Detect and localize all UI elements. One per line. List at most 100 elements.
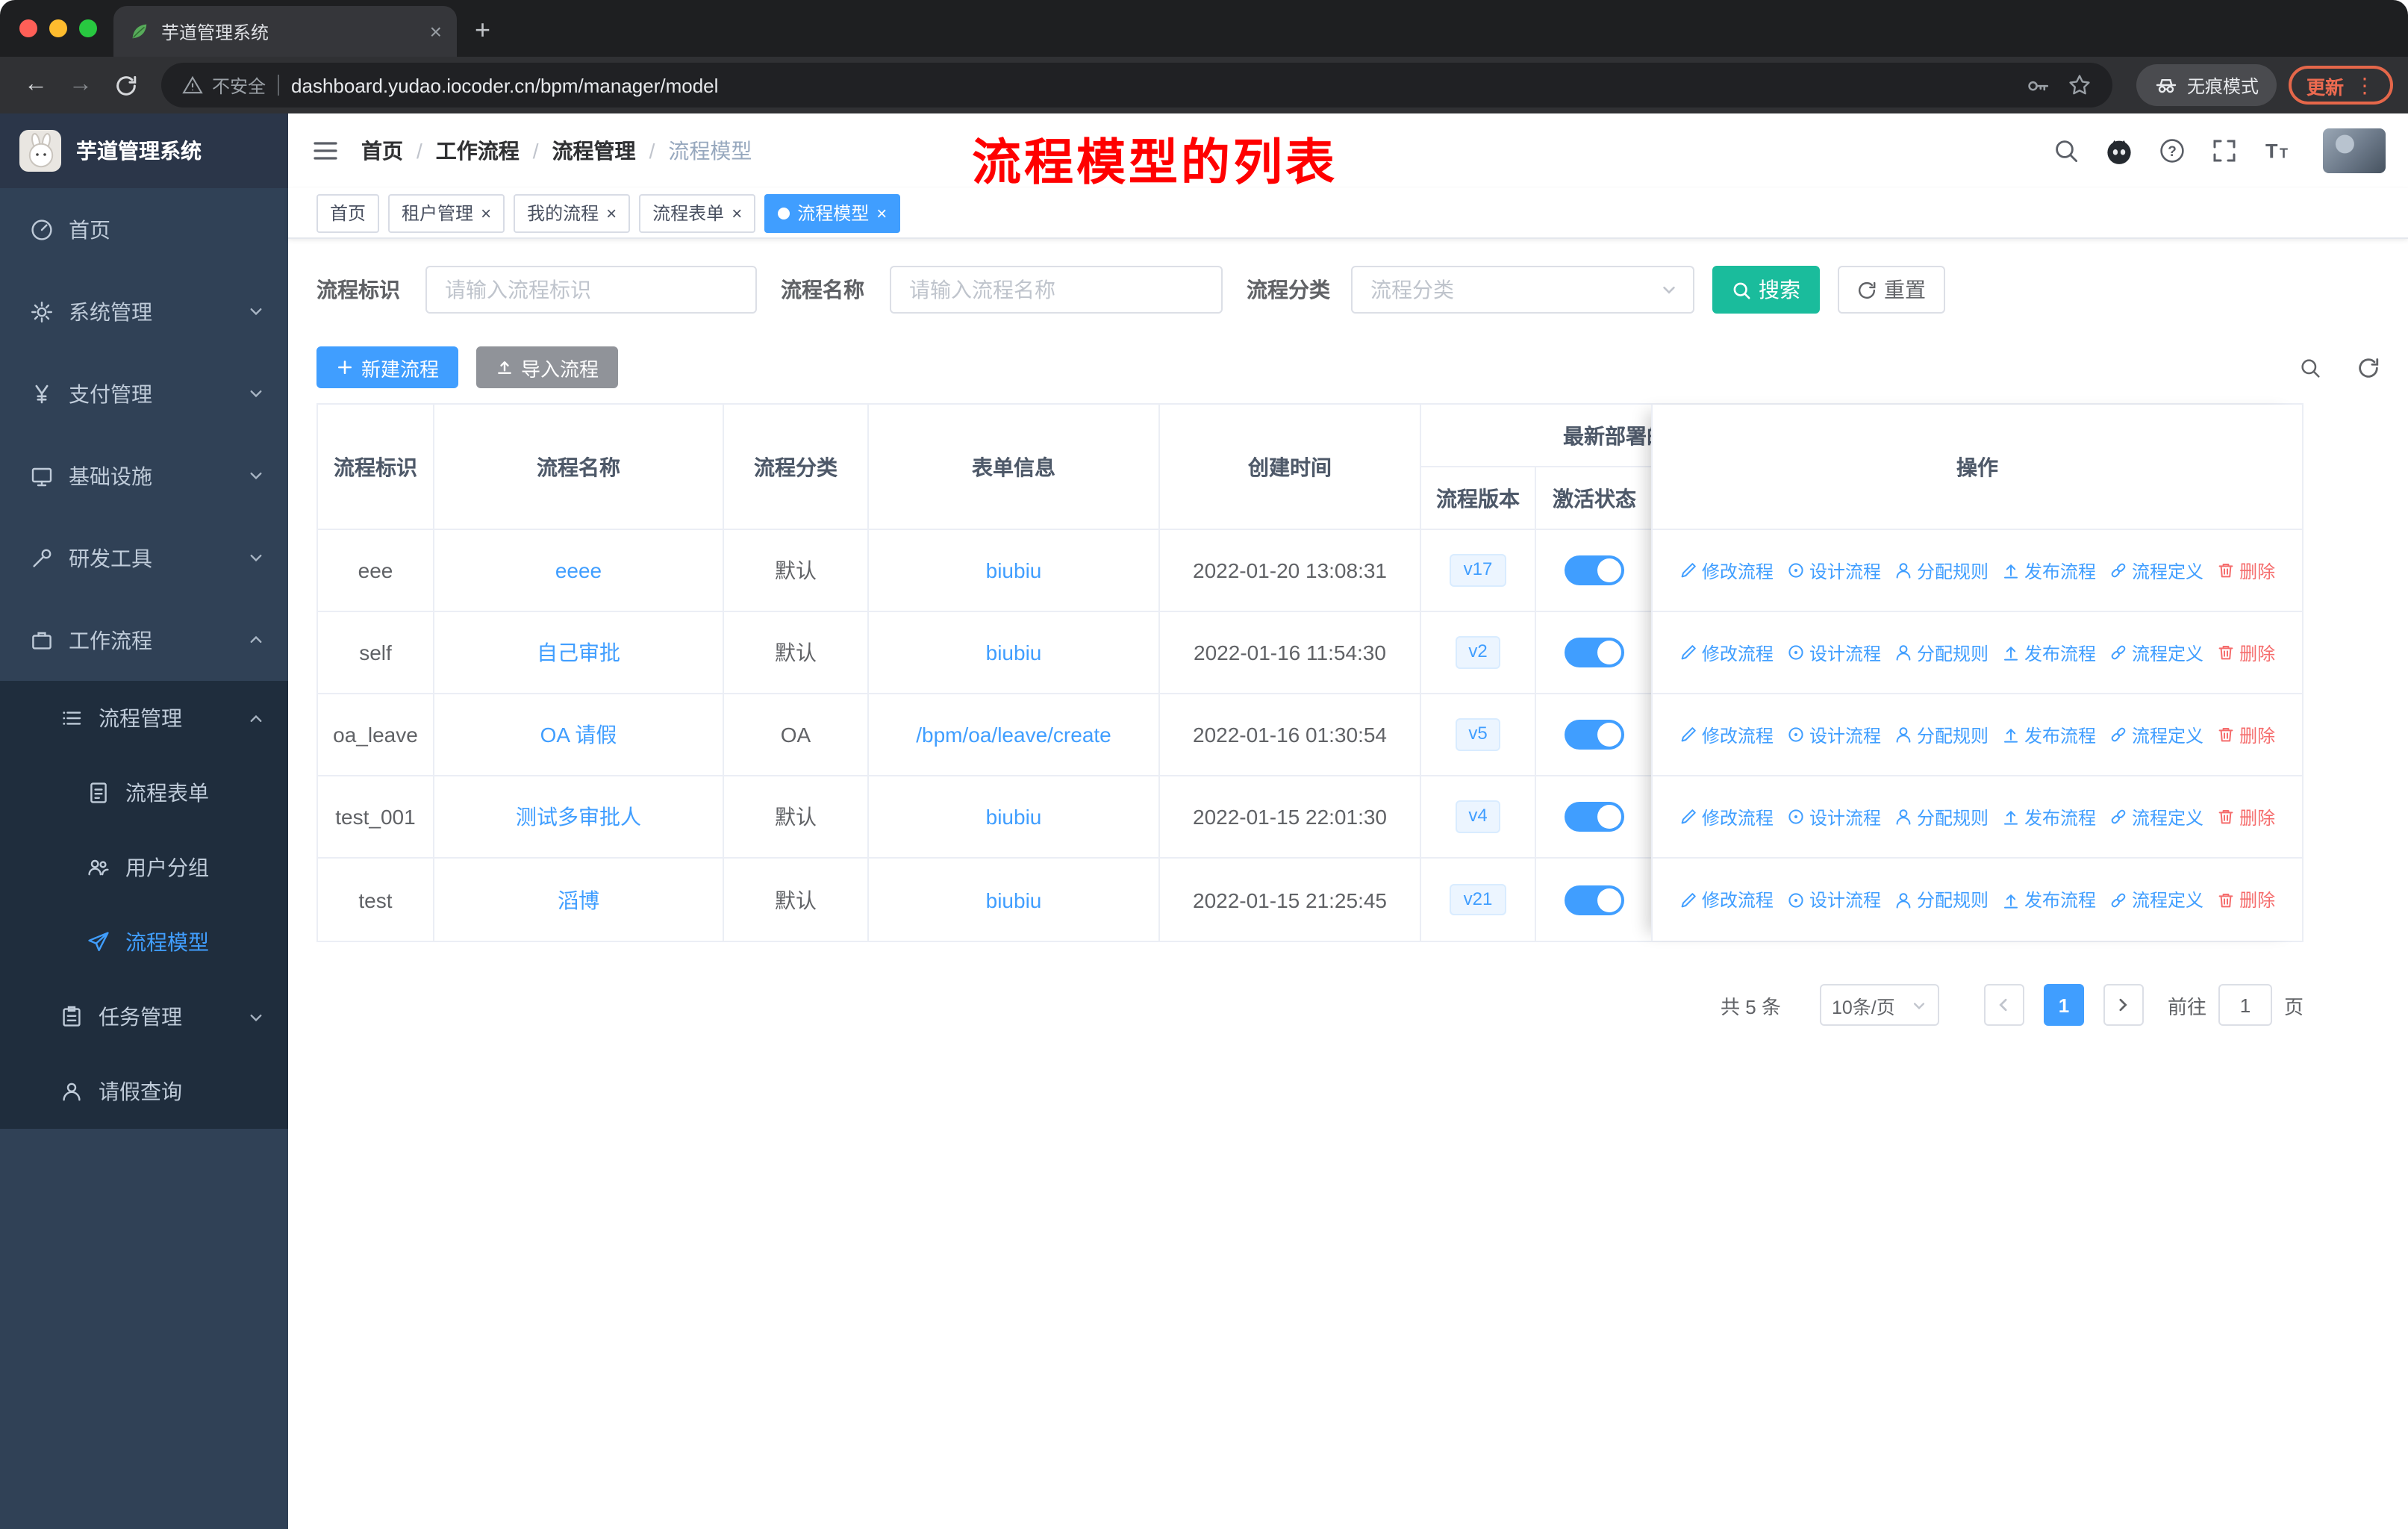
action-delete[interactable]: 删除	[2217, 804, 2275, 829]
active-status-toggle[interactable]	[1565, 720, 1624, 750]
action-delete[interactable]: 删除	[2217, 887, 2275, 912]
action-design[interactable]: 设计流程	[1787, 640, 1881, 665]
new-tab-button[interactable]: +	[475, 15, 490, 46]
active-status-toggle[interactable]	[1565, 885, 1624, 915]
sidebar-item-dev-tools[interactable]: 研发工具	[0, 517, 288, 599]
reload-icon[interactable]	[105, 64, 146, 106]
next-page-button[interactable]	[2103, 984, 2144, 1026]
help-icon[interactable]: ?	[2159, 137, 2186, 164]
sidebar-item-task-management[interactable]: 任务管理	[0, 980, 288, 1054]
chrome-update-button[interactable]: 更新 ⋮	[2288, 66, 2393, 105]
form-info-link[interactable]: biubiu	[986, 558, 1042, 582]
action-definition[interactable]: 流程定义	[2109, 640, 2203, 665]
password-key-icon[interactable]	[2026, 73, 2050, 97]
sidebar-item-system[interactable]: 系统管理	[0, 270, 288, 352]
address-bar[interactable]: 不安全 dashboard.yudao.iocoder.cn/bpm/manag…	[161, 63, 2112, 108]
action-design[interactable]: 设计流程	[1787, 722, 1881, 747]
reset-button[interactable]: 重置	[1838, 266, 1945, 314]
active-status-toggle[interactable]	[1565, 638, 1624, 667]
action-publish[interactable]: 发布流程	[2002, 804, 2096, 829]
action-definition[interactable]: 流程定义	[2109, 804, 2203, 829]
forward-icon[interactable]: →	[60, 64, 102, 106]
form-info-link[interactable]: /bpm/oa/leave/create	[916, 723, 1111, 747]
tag-close-icon[interactable]: ×	[876, 204, 887, 222]
minimize-window-button[interactable]	[49, 19, 67, 37]
page-size-select[interactable]: 10条/页	[1819, 984, 1939, 1026]
goto-page-input[interactable]	[2218, 984, 2272, 1026]
action-design[interactable]: 设计流程	[1787, 887, 1881, 912]
action-definition[interactable]: 流程定义	[2109, 722, 2203, 747]
action-edit[interactable]: 修改流程	[1679, 640, 1774, 665]
sidebar-item-infrastructure[interactable]: 基础设施	[0, 435, 288, 517]
search-button[interactable]: 搜索	[1712, 266, 1820, 314]
breadcrumb-item[interactable]: 工作流程	[436, 136, 520, 166]
action-publish[interactable]: 发布流程	[2002, 887, 2096, 912]
close-window-button[interactable]	[19, 19, 37, 37]
action-publish[interactable]: 发布流程	[2002, 558, 2096, 583]
action-definition[interactable]: 流程定义	[2109, 887, 2203, 912]
sidebar-item-home[interactable]: 首页	[0, 188, 288, 270]
tag-my-process[interactable]: 我的流程 ×	[514, 193, 631, 232]
table-search-icon[interactable]	[2299, 356, 2321, 379]
form-info-link[interactable]: biubiu	[986, 641, 1042, 664]
fullscreen-icon[interactable]	[2211, 137, 2238, 164]
tag-close-icon[interactable]: ×	[481, 204, 491, 222]
action-publish[interactable]: 发布流程	[2002, 722, 2096, 747]
breadcrumb-item[interactable]: 首页	[361, 136, 403, 166]
action-assign[interactable]: 分配规则	[1894, 804, 1989, 829]
active-status-toggle[interactable]	[1565, 555, 1624, 585]
process-name-link[interactable]: OA 请假	[540, 720, 617, 750]
create-process-button[interactable]: 新建流程	[316, 346, 459, 388]
form-info-link[interactable]: biubiu	[986, 805, 1042, 829]
sidebar-item-process-management[interactable]: 流程管理	[0, 681, 288, 756]
process-id-input[interactable]	[425, 266, 757, 314]
active-status-toggle[interactable]	[1565, 802, 1624, 832]
action-design[interactable]: 设计流程	[1787, 558, 1881, 583]
action-edit[interactable]: 修改流程	[1679, 558, 1774, 583]
sidebar-item-workflow[interactable]: 工作流程	[0, 599, 288, 681]
action-design[interactable]: 设计流程	[1787, 804, 1881, 829]
bookmark-star-icon[interactable]	[2068, 73, 2092, 97]
sidebar-item-payment[interactable]: 支付管理	[0, 352, 288, 435]
action-assign[interactable]: 分配规则	[1894, 887, 1989, 912]
process-name-link[interactable]: 测试多审批人	[516, 802, 641, 832]
form-info-link[interactable]: biubiu	[986, 888, 1042, 912]
page-number-current[interactable]: 1	[2043, 984, 2084, 1026]
action-edit[interactable]: 修改流程	[1679, 887, 1774, 912]
action-edit[interactable]: 修改流程	[1679, 804, 1774, 829]
action-delete[interactable]: 删除	[2217, 640, 2275, 665]
prev-page-button[interactable]	[1983, 984, 2024, 1026]
app-logo[interactable]: 芋道管理系统	[0, 113, 288, 188]
process-name-input[interactable]	[890, 266, 1223, 314]
sidebar-collapse-icon[interactable]	[311, 136, 340, 166]
search-icon[interactable]	[2053, 137, 2080, 164]
process-name-link[interactable]: eeee	[555, 558, 602, 582]
font-size-icon[interactable]: TT	[2263, 137, 2292, 164]
tag-close-icon[interactable]: ×	[732, 204, 742, 222]
github-icon[interactable]	[2105, 137, 2133, 165]
tag-tenant[interactable]: 租户管理 ×	[388, 193, 505, 232]
action-definition[interactable]: 流程定义	[2109, 558, 2203, 583]
sidebar-item-leave-query[interactable]: 请假查询	[0, 1054, 288, 1129]
table-refresh-icon[interactable]	[2357, 356, 2380, 379]
tag-process-form[interactable]: 流程表单 ×	[639, 193, 756, 232]
tag-close-icon[interactable]: ×	[606, 204, 617, 222]
action-assign[interactable]: 分配规则	[1894, 640, 1989, 665]
category-select[interactable]: 流程分类	[1351, 266, 1694, 314]
security-chip[interactable]: 不安全	[182, 72, 266, 98]
import-process-button[interactable]: 导入流程	[476, 346, 619, 388]
tag-process-model[interactable]: 流程模型 ×	[764, 193, 901, 232]
breadcrumb-item[interactable]: 流程管理	[552, 136, 636, 166]
process-name-link[interactable]: 自己审批	[537, 638, 620, 667]
process-name-link[interactable]: 滔博	[558, 885, 599, 915]
browser-tab[interactable]: 芋道管理系统 ×	[113, 6, 457, 57]
tag-home[interactable]: 首页	[316, 193, 380, 232]
action-assign[interactable]: 分配规则	[1894, 558, 1989, 583]
action-delete[interactable]: 删除	[2217, 722, 2275, 747]
action-delete[interactable]: 删除	[2217, 558, 2275, 583]
user-avatar[interactable]	[2323, 128, 2386, 173]
tab-close-icon[interactable]: ×	[430, 21, 442, 42]
action-publish[interactable]: 发布流程	[2002, 640, 2096, 665]
action-assign[interactable]: 分配规则	[1894, 722, 1989, 747]
sidebar-item-process-form[interactable]: 流程表单	[0, 756, 288, 830]
